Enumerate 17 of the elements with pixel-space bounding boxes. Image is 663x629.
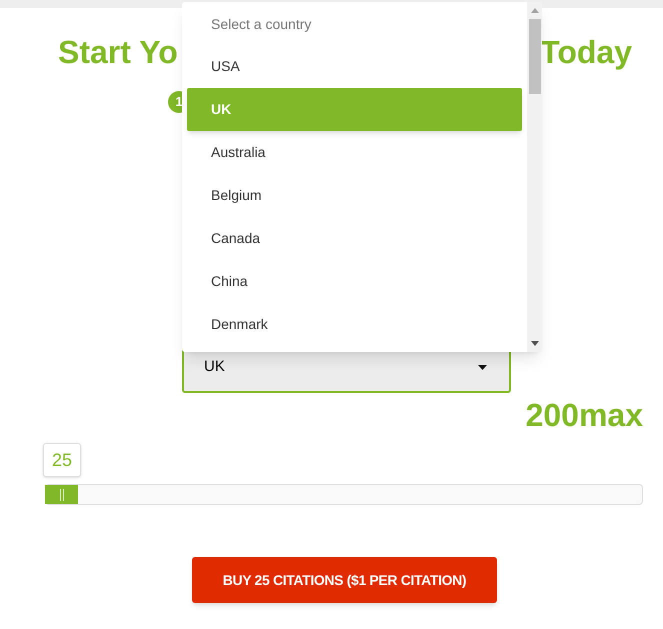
slider-value: 25 (43, 443, 81, 477)
heading-text: Today (540, 36, 632, 68)
dropdown-option[interactable]: China (187, 260, 522, 303)
dropdown-option[interactable]: Australia (187, 131, 522, 174)
caret-icon (478, 365, 487, 370)
dropdown-prompt: Select a country (210, 15, 312, 34)
buy-button[interactable]: BUY 25 CITATIONS ($1 PER CITATION) (192, 557, 497, 603)
scroll-thumb[interactable] (528, 19, 540, 94)
max-label: 200max (526, 399, 643, 431)
slider-thumb[interactable] (45, 485, 78, 504)
dropdown-option[interactable]: Canada (187, 217, 522, 260)
dropdown-option[interactable]: USA (187, 45, 522, 88)
scroll-down-icon[interactable] (530, 341, 538, 346)
dropdown-option[interactable]: Belgium (187, 174, 522, 217)
heading-text: Start Yo (58, 36, 178, 68)
slider-track[interactable] (45, 484, 643, 505)
scrollbar[interactable] (527, 2, 542, 352)
